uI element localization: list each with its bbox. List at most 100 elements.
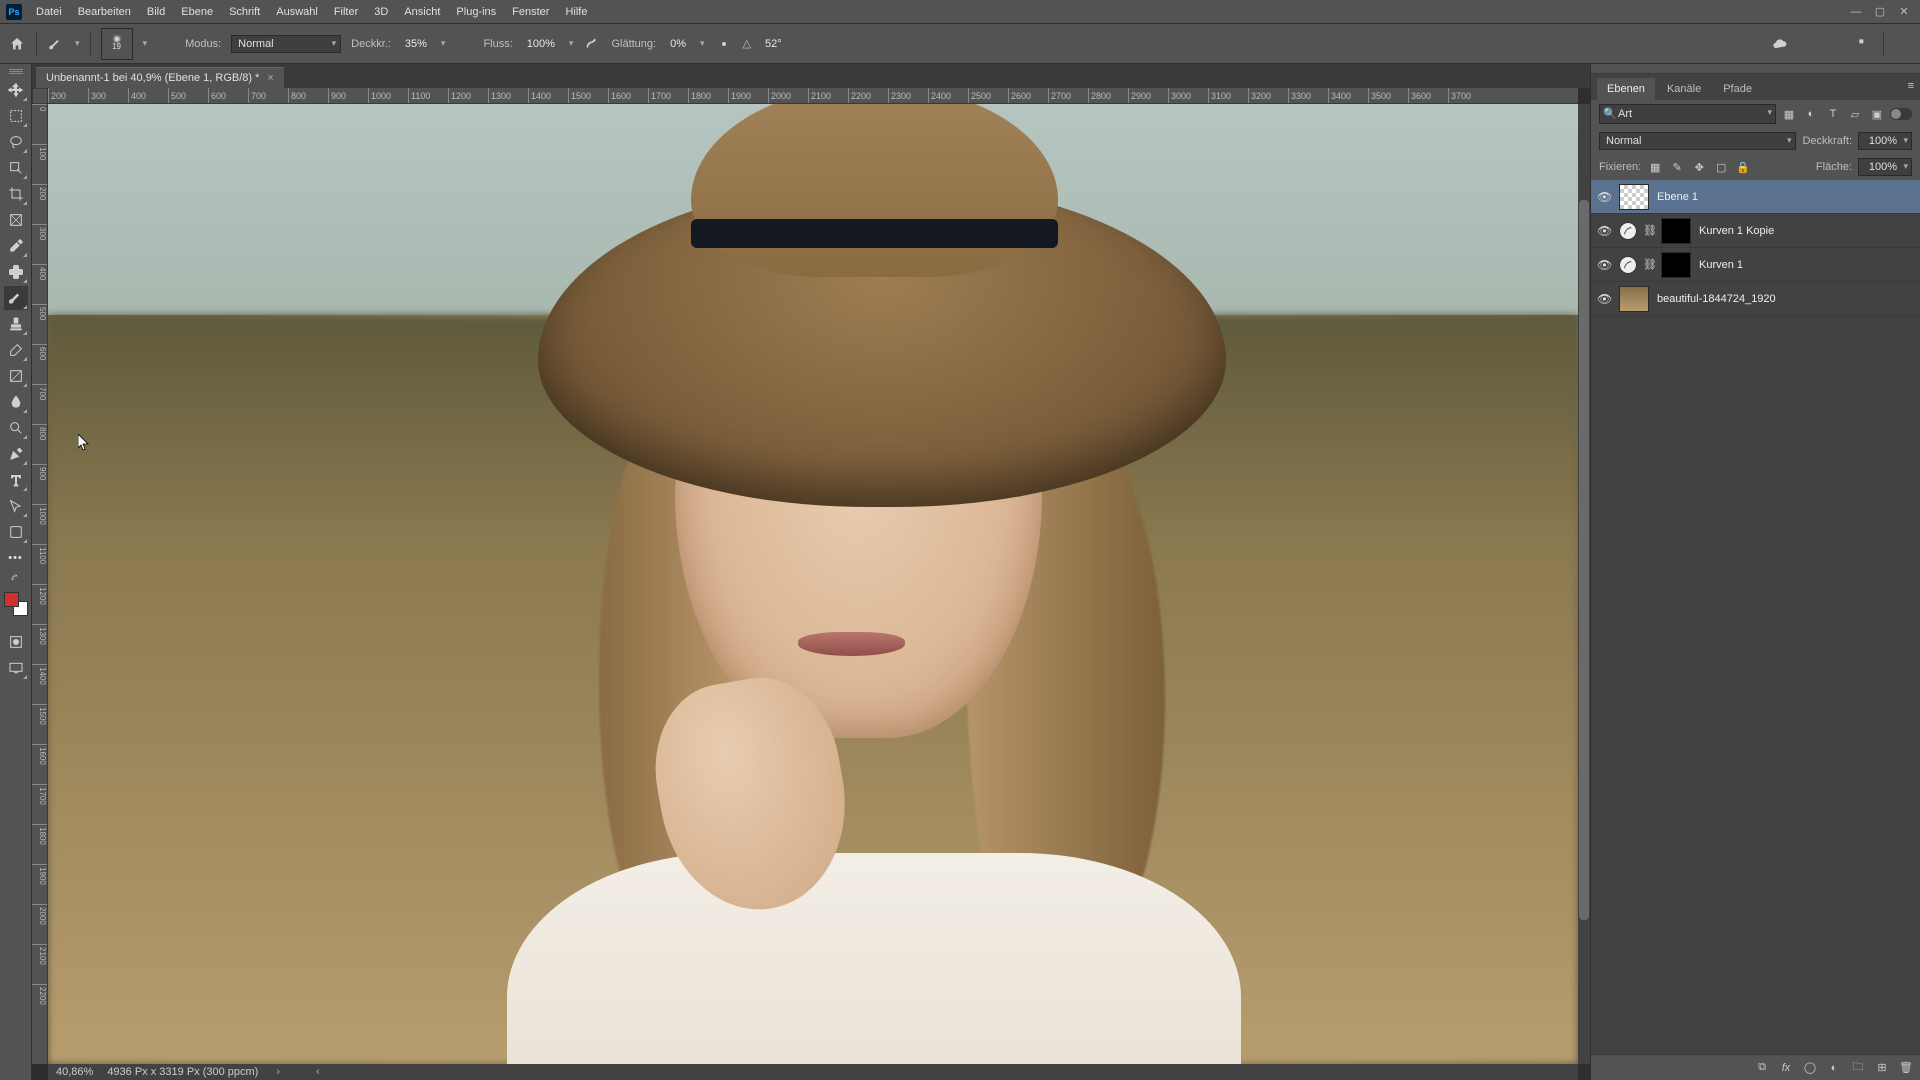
foreground-color-swatch[interactable] xyxy=(4,592,19,607)
menu-bild[interactable]: Bild xyxy=(139,3,173,21)
smoothing-options-icon[interactable] xyxy=(715,35,733,53)
filter-pixel-icon[interactable]: ▦ xyxy=(1780,105,1798,123)
filter-shape-icon[interactable]: ▱ xyxy=(1846,105,1864,123)
brush-settings-icon[interactable] xyxy=(157,35,175,53)
visibility-icon[interactable]: 👁 xyxy=(1597,258,1613,272)
window-close-icon[interactable]: ✕ xyxy=(1894,4,1914,20)
gradient-tool[interactable] xyxy=(4,364,28,388)
delete-layer-icon[interactable]: 🗑 xyxy=(1898,1060,1914,1076)
panel-menu-icon[interactable]: ≡ xyxy=(1908,80,1914,92)
healing-tool[interactable] xyxy=(4,260,28,284)
frame-tool[interactable] xyxy=(4,208,28,232)
layer-thumb[interactable] xyxy=(1619,184,1649,210)
smoothing-value[interactable]: 0% xyxy=(666,38,690,50)
layer-blend-mode-dropdown[interactable]: Normal xyxy=(1599,132,1796,150)
menu-schrift[interactable]: Schrift xyxy=(221,3,268,21)
eraser-tool[interactable] xyxy=(4,338,28,362)
ruler-origin[interactable] xyxy=(32,88,48,104)
layer-row[interactable]: 👁 ⛓ Kurven 1 xyxy=(1591,248,1920,282)
menu-datei[interactable]: Datei xyxy=(28,3,70,21)
crop-tool[interactable] xyxy=(4,182,28,206)
lock-position-icon[interactable]: ✥ xyxy=(1691,159,1707,175)
mask-thumb[interactable] xyxy=(1661,218,1691,244)
filter-toggle[interactable] xyxy=(1890,108,1912,120)
layer-filter-input[interactable] xyxy=(1599,104,1776,124)
document-tab[interactable]: Unbenannt-1 bei 40,9% (Ebene 1, RGB/8) *… xyxy=(36,67,284,88)
stamp-tool[interactable] xyxy=(4,312,28,336)
status-chevron-icon[interactable]: › xyxy=(272,1066,284,1078)
menu-auswahl[interactable]: Auswahl xyxy=(268,3,326,21)
visibility-icon[interactable]: 👁 xyxy=(1597,224,1613,238)
layer-fx-icon[interactable]: fx xyxy=(1778,1060,1794,1076)
flow-chevron-icon[interactable]: ▾ xyxy=(569,38,574,49)
window-minimize-icon[interactable]: — xyxy=(1846,4,1866,20)
visibility-icon[interactable]: 👁 xyxy=(1597,292,1613,306)
layer-row[interactable]: 👁 beautiful-1844724_1920 xyxy=(1591,282,1920,316)
canvas[interactable] xyxy=(48,104,1578,1064)
screen-mode-icon[interactable] xyxy=(4,656,28,680)
blur-tool[interactable] xyxy=(4,390,28,414)
visibility-icon[interactable]: 👁 xyxy=(1597,190,1613,204)
smoothing-chevron-icon[interactable]: ▾ xyxy=(700,38,705,49)
type-tool[interactable] xyxy=(4,468,28,492)
quick-mask-icon[interactable] xyxy=(4,630,28,654)
fill-value[interactable]: 100% xyxy=(1858,158,1912,176)
filter-smart-icon[interactable]: ▣ xyxy=(1868,105,1886,123)
menu-plugins[interactable]: Plug-ins xyxy=(448,3,504,21)
adjustment-layer-icon[interactable]: ◐ xyxy=(1826,1060,1842,1076)
tab-kanaele[interactable]: Kanäle xyxy=(1657,78,1711,100)
menu-hilfe[interactable]: Hilfe xyxy=(557,3,595,21)
menu-3d[interactable]: 3D xyxy=(366,3,396,21)
shape-tool[interactable] xyxy=(4,520,28,544)
layer-type-filter[interactable]: 🔍 xyxy=(1599,104,1776,124)
frame-icon[interactable] xyxy=(1827,35,1845,53)
marquee-tool[interactable] xyxy=(4,104,28,128)
cloud-docs-icon[interactable] xyxy=(1771,35,1789,53)
brush-tool-icon[interactable] xyxy=(47,35,65,53)
swap-colors-icon[interactable] xyxy=(4,572,28,586)
menu-fenster[interactable]: Fenster xyxy=(504,3,557,21)
window-maximize-icon[interactable]: ▢ xyxy=(1870,4,1890,20)
move-tool[interactable] xyxy=(4,78,28,102)
menu-ebene[interactable]: Ebene xyxy=(173,3,221,21)
share-icon[interactable] xyxy=(1894,35,1912,53)
layer-row[interactable]: 👁 ⛓ Kurven 1 Kopie xyxy=(1591,214,1920,248)
airbrush-icon[interactable] xyxy=(583,35,601,53)
panel-grip[interactable] xyxy=(1591,64,1920,74)
layer-name-label[interactable]: beautiful-1844724_1920 xyxy=(1655,293,1914,305)
link-icon[interactable]: ⛓ xyxy=(1643,224,1655,237)
menu-ansicht[interactable]: Ansicht xyxy=(396,3,448,21)
pressure-opacity-icon[interactable] xyxy=(455,35,473,53)
symmetry-icon[interactable] xyxy=(824,35,842,53)
home-icon[interactable] xyxy=(8,35,26,53)
scroll-left-icon[interactable]: ‹ xyxy=(312,1066,324,1078)
filter-type-icon[interactable]: T xyxy=(1824,105,1842,123)
layer-name-label[interactable]: Kurven 1 Kopie xyxy=(1697,225,1914,237)
blend-mode-dropdown[interactable]: Normal xyxy=(231,35,341,53)
selection-tool[interactable] xyxy=(4,156,28,180)
layer-name-label[interactable]: Kurven 1 xyxy=(1697,259,1914,271)
lock-artboard-icon[interactable]: ▢ xyxy=(1713,159,1729,175)
lasso-tool[interactable] xyxy=(4,130,28,154)
layer-mask-icon[interactable]: ◯ xyxy=(1802,1060,1818,1076)
layer-name-label[interactable]: Ebene 1 xyxy=(1655,191,1914,203)
flow-value[interactable]: 100% xyxy=(523,38,559,50)
workspace-icon[interactable] xyxy=(1855,35,1873,53)
layer-row[interactable]: 👁 Ebene 1 xyxy=(1591,180,1920,214)
path-tool[interactable] xyxy=(4,494,28,518)
link-icon[interactable]: ⛓ xyxy=(1643,258,1655,271)
tab-pfade[interactable]: Pfade xyxy=(1713,78,1762,100)
menu-bearbeiten[interactable]: Bearbeiten xyxy=(70,3,139,21)
document-dimensions[interactable]: 4936 Px x 3319 Px (300 ppcm) xyxy=(107,1066,258,1078)
new-layer-icon[interactable]: ⊞ xyxy=(1874,1060,1890,1076)
search-icon[interactable] xyxy=(1799,35,1817,53)
menu-filter[interactable]: Filter xyxy=(326,3,366,21)
layer-opacity-value[interactable]: 100% xyxy=(1858,132,1912,150)
vertical-ruler[interactable]: 0100200300400500600700800900100011001200… xyxy=(32,104,48,1064)
close-tab-icon[interactable]: × xyxy=(267,72,273,84)
lock-pixels-icon[interactable]: ✎ xyxy=(1669,159,1685,175)
mask-thumb[interactable] xyxy=(1661,252,1691,278)
layer-list[interactable]: 👁 Ebene 1👁 ⛓ Kurven 1 Kopie👁 ⛓ Kurven 1👁… xyxy=(1591,180,1920,1054)
layer-group-icon[interactable]: 🗀 xyxy=(1850,1060,1866,1076)
toolbox-grip[interactable] xyxy=(9,68,23,74)
